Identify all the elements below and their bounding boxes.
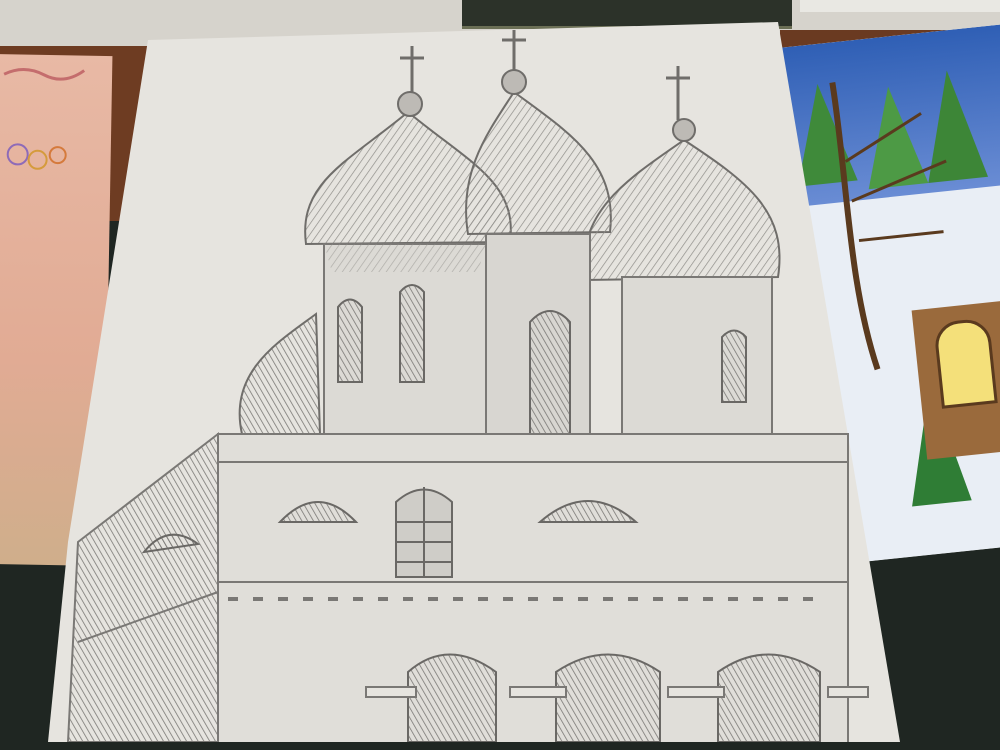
photo-scene	[0, 0, 1000, 750]
grid-window	[395, 487, 453, 578]
church-sketch	[48, 22, 900, 745]
church-drawing-paper	[48, 22, 900, 745]
background-paper	[800, 0, 1000, 12]
painted-lit-window	[933, 317, 998, 409]
